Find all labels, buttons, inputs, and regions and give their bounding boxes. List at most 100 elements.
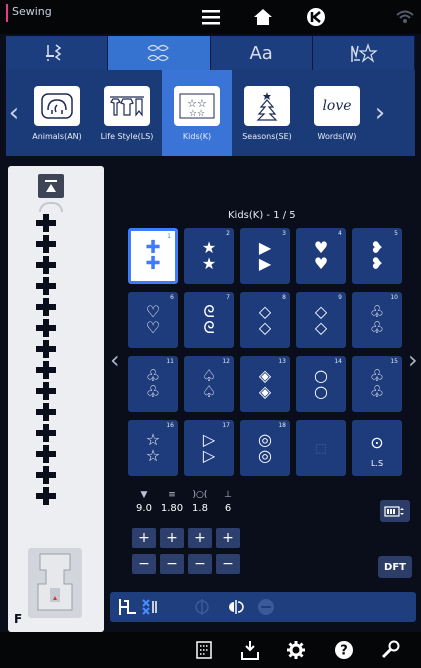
memory-save-icon[interactable] — [238, 638, 262, 662]
pattern-next-page-arrow[interactable]: › — [408, 346, 418, 374]
width-minus-button[interactable]: − — [132, 554, 156, 574]
presser-foot-letter: F — [14, 612, 23, 626]
pattern-cell[interactable]: 14 ○ ○ — [296, 356, 346, 412]
preview-scroll-top-button[interactable] — [38, 174, 64, 198]
lifestyle-thumb-icon — [104, 85, 150, 126]
pattern-cell[interactable]: ⬚ — [296, 420, 346, 476]
kids-thumb-icon: ☆☆ ☆☆ — [174, 85, 220, 126]
home-icon[interactable] — [252, 6, 274, 28]
wrench-icon[interactable] — [378, 638, 402, 662]
words-thumb-icon: love — [314, 85, 360, 126]
pattern-number: 12 — [222, 358, 230, 365]
pattern-glyph-icon: ♤ ♤ — [201, 366, 217, 401]
pattern-number: 15 — [390, 358, 398, 365]
stitch-cross-mark — [33, 359, 59, 380]
stitch-cross-mark — [33, 212, 59, 233]
category-seasons[interactable]: Seasons(SE) — [232, 70, 302, 156]
pattern-glyph-icon: ✚ ✚ — [145, 237, 161, 274]
category-label: Kids(K) — [182, 131, 212, 141]
width-plus-button[interactable]: + — [132, 528, 156, 548]
category-lifestyle[interactable]: Life Style(LS) — [92, 70, 162, 156]
length-icon: ≡ — [168, 490, 176, 500]
category-animals[interactable]: Animals(AN) — [22, 70, 92, 156]
presser-pressure-value: 6 — [224, 503, 232, 514]
help-icon[interactable]: ? — [332, 638, 356, 662]
twin-needle-icon[interactable] — [140, 597, 160, 621]
wifi-icon — [394, 6, 416, 28]
pattern-cell[interactable]: 6 ♡ ♡ — [128, 292, 178, 348]
pattern-page-title: Kids(K) - 1 / 5 — [228, 210, 296, 221]
utility-stitches-tab[interactable] — [6, 36, 109, 70]
tension-value: 1.8 — [192, 503, 208, 514]
stitch-cross-mark — [33, 317, 59, 338]
mirror-vertical-icon[interactable] — [118, 597, 138, 621]
category-label: Life Style(LS) — [100, 131, 154, 141]
tension-param: )○( 1.8 — [186, 490, 214, 514]
category-words[interactable]: love Words(W) — [302, 70, 372, 156]
pattern-cell[interactable]: 9 ◇ ◇ — [296, 292, 346, 348]
presser-foot-image — [28, 548, 82, 618]
pattern-glyph-icon: ☆ ☆ — [145, 430, 161, 465]
pattern-cell[interactable]: 7 ᘓ ᘓ — [184, 292, 234, 348]
category-label: Seasons(SE) — [242, 131, 292, 141]
pattern-number: 14 — [334, 358, 342, 365]
stitch-cross-mark — [33, 401, 59, 422]
pattern-glyph-icon: ▷ ▷ — [202, 430, 216, 465]
pattern-cell[interactable]: 16 ☆ ☆ — [128, 420, 178, 476]
pattern-cell[interactable]: 2 ★ ★ — [184, 228, 234, 284]
stitch-preview-column — [33, 212, 63, 506]
pattern-cell[interactable]: 5 ❥ ❥ — [352, 228, 402, 284]
presser-pressure-icon: ⊥ — [224, 490, 232, 500]
pattern-cell[interactable]: 4 ♥ ♥ — [296, 228, 346, 284]
presser-minus-button[interactable]: − — [216, 554, 240, 574]
edit-toolbar — [110, 592, 416, 622]
pattern-cell[interactable]: 10 ♧ ♧ — [352, 292, 402, 348]
category-prev-arrow[interactable]: ‹ — [6, 98, 22, 128]
elongation-icon[interactable] — [256, 597, 276, 621]
pattern-glyph-icon: ❥ ❥ — [370, 238, 384, 273]
pattern-cell[interactable]: ⊙ L.S — [352, 420, 402, 476]
default-button[interactable]: DFT — [378, 556, 412, 578]
pattern-prev-page-arrow[interactable]: ‹ — [110, 346, 120, 374]
pattern-category-row: ‹ Animals(AN) Life Style(LS) ☆☆ ☆☆ Kids(K… — [6, 70, 415, 156]
mirror-horizontal-icon[interactable] — [192, 597, 212, 621]
pattern-cell[interactable]: 17 ▷ ▷ — [184, 420, 234, 476]
pattern-cell[interactable]: 3 ▶ ▶ — [240, 228, 290, 284]
category-kids[interactable]: ☆☆ ☆☆ Kids(K) — [162, 70, 232, 156]
length-minus-button[interactable]: − — [160, 554, 184, 574]
stitch-memory-button[interactable] — [380, 500, 410, 522]
svg-text:☆☆: ☆☆ — [189, 109, 205, 119]
pattern-cell[interactable]: 12 ♤ ♤ — [184, 356, 234, 412]
needle-drop-marker — [39, 202, 63, 212]
pattern-cell[interactable]: 15 ♧ ♧ — [352, 356, 402, 412]
pattern-glyph-icon: ⊙ — [370, 433, 384, 452]
pattern-glyph-icon: ♡ ♡ — [145, 302, 161, 337]
my-custom-stitch-tab[interactable] — [313, 36, 415, 70]
pattern-cell[interactable]: 18 ◎ ◎ — [240, 420, 290, 476]
pattern-cell[interactable]: 13 ◈ ◈ — [240, 356, 290, 412]
pattern-glyph-icon: ◇ ◇ — [314, 302, 328, 337]
back-icon[interactable] — [305, 6, 327, 28]
tension-minus-button[interactable]: − — [188, 554, 212, 574]
menu-icon[interactable] — [200, 6, 222, 28]
category-label: Animals(AN) — [32, 131, 82, 141]
stitch-cross-mark — [33, 296, 59, 317]
tension-plus-button[interactable]: + — [188, 528, 212, 548]
pattern-cell[interactable]: 1 ✚ ✚ — [128, 228, 178, 284]
pattern-number: 11 — [166, 358, 174, 365]
pattern-glyph-icon: ♧ ♧ — [369, 366, 385, 401]
pattern-cell[interactable]: 11 ♧ ♧ — [128, 356, 178, 412]
flip-icon[interactable] — [226, 597, 246, 621]
pattern-glyph-icon: ○ ○ — [314, 366, 328, 401]
pattern-glyph-icon: ◇ ◇ — [258, 302, 272, 337]
category-next-arrow[interactable]: › — [372, 98, 388, 128]
presser-plus-button[interactable]: + — [216, 528, 240, 548]
length-plus-button[interactable]: + — [160, 528, 184, 548]
stitch-cross-mark — [33, 485, 59, 506]
decorative-stitches-tab[interactable] — [108, 36, 211, 70]
characters-tab[interactable]: Aa — [211, 36, 313, 70]
pattern-cell[interactable]: 8 ◇ ◇ — [240, 292, 290, 348]
embroidery-switch-icon[interactable] — [192, 638, 216, 662]
settings-gear-icon[interactable] — [284, 638, 308, 662]
svg-text:?: ? — [340, 644, 348, 659]
